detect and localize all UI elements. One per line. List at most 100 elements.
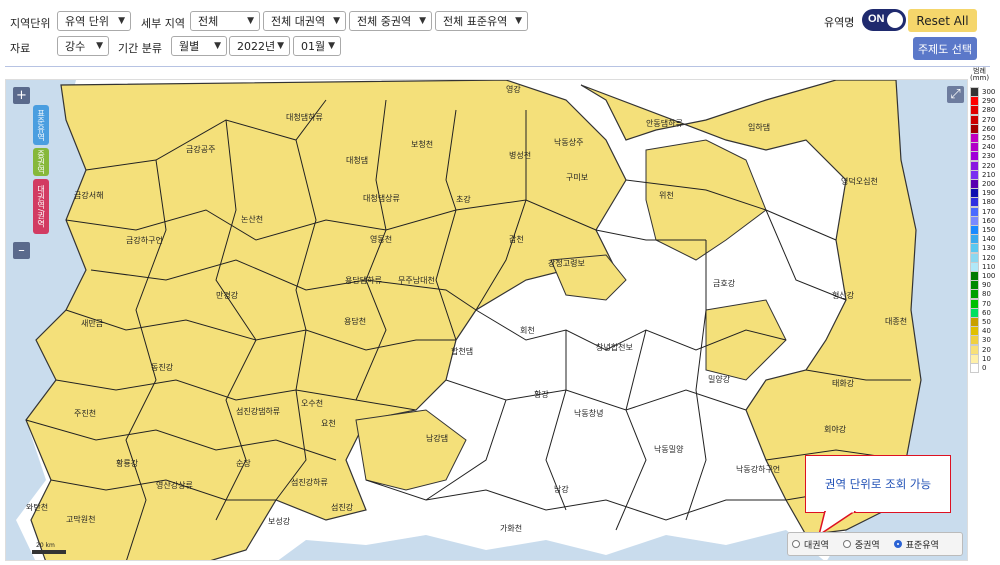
region-unit-select[interactable]: 유역 단위 ▼ [57, 11, 131, 31]
tab-big-basin[interactable]: 대권역/권역 [33, 179, 49, 234]
legend-step: 130 [970, 243, 995, 254]
basin-label: 새만금 [81, 319, 103, 328]
legend-step: 250 [970, 133, 996, 143]
basin-label: 밀양강 [708, 374, 731, 384]
radio-mid-basin[interactable] [842, 540, 851, 548]
legend-step: 300 [970, 87, 996, 97]
legend-value: 110 [982, 262, 996, 271]
theme-select-button[interactable]: 주제도 선택 [913, 37, 977, 60]
legend-value: 140 [982, 235, 996, 244]
basin-level-radio-group: 대권역 중권역 표준유역 [787, 532, 963, 556]
chevron-down-icon: ▼ [118, 16, 125, 26]
legend-step: 230 [970, 151, 995, 162]
basin-label: 영동천 [370, 234, 392, 244]
legend-value: 0 [982, 364, 987, 372]
basin-label: 대종천 [885, 316, 907, 326]
big-basin-value: 전체 대권역 [271, 15, 326, 28]
legend-step: 210 [970, 169, 996, 180]
radio-big-basin[interactable] [792, 540, 800, 548]
year-select[interactable]: 2022년 ▼ [229, 36, 290, 56]
toggle-knob [887, 12, 903, 28]
zoom-in-button[interactable]: + [13, 87, 30, 104]
basin-label: 황강 [534, 389, 549, 399]
legend-value: 170 [982, 207, 996, 216]
legend-swatch [970, 363, 979, 373]
legend-step: 40 [970, 326, 991, 337]
basin-label: 초강 [456, 194, 471, 204]
legend-step: 140 [970, 234, 996, 245]
legend-value: 200 [982, 180, 996, 188]
basin-label: 섬진강 [331, 502, 354, 512]
mid-basin-select[interactable]: 전체 중권역 ▼ [349, 11, 432, 31]
basin-label: 순창 [236, 459, 251, 468]
precip-legend: 범례 (mm) 300 290 280 270 260 250 240 230 220 210 20… [970, 66, 998, 386]
chevron-down-icon: ▼ [214, 41, 221, 51]
scale-text: 20 km [36, 542, 55, 549]
basin-label: 금강서해 [74, 190, 103, 200]
zoom-out-button[interactable]: – [13, 242, 30, 259]
chevron-down-icon: ▼ [96, 41, 103, 51]
legend-value: 250 [982, 134, 996, 142]
legend-value: 120 [982, 253, 996, 262]
std-basin-select[interactable]: 전체 표준유역 ▼ [435, 11, 528, 31]
basin-label: 낙동강하구언 [736, 464, 780, 474]
legend-step: 10 [970, 353, 991, 364]
basin-label: 오수천 [301, 398, 323, 408]
legend-step: 240 [970, 142, 996, 153]
legend-step: 200 [970, 179, 996, 189]
basin-label: 구미보 [566, 173, 588, 182]
legend-step: 270 [970, 114, 995, 125]
basin-name-toggle[interactable]: ON [862, 9, 906, 31]
sub-region-select[interactable]: 전체 ▼ [190, 11, 260, 31]
basin-label: 낙동밀양 [654, 444, 684, 454]
basin-label: 회야강 [824, 424, 847, 434]
tab-mid-basin[interactable]: 중권역 [33, 148, 49, 176]
month-select[interactable]: 01월 ▼ [293, 36, 341, 56]
basin-label: 회천 [520, 325, 535, 335]
radio-big-basin-label: 대권역 [804, 540, 829, 551]
radio-mid-basin-label: 중권역 [854, 540, 880, 551]
basin-label: 형산강 [832, 290, 855, 300]
basin-label: 가화천 [500, 523, 522, 533]
sub-region-label: 세부 지역 [141, 17, 185, 30]
legend-step: 110 [970, 261, 996, 272]
legend-value: 220 [982, 161, 996, 170]
legend-value: 180 [982, 198, 996, 207]
basin-label: 동진강 [151, 362, 174, 372]
basin-label: 남강댐 [426, 433, 448, 443]
sub-region-value: 전체 [198, 15, 219, 28]
std-basin-value: 전체 표준유역 [443, 15, 508, 28]
basin-label: 요천 [321, 418, 336, 428]
legend-step: 90 [970, 280, 991, 291]
basin-label: 낙동상주 [554, 137, 583, 147]
big-basin-select[interactable]: 전체 대권역 ▼ [263, 11, 346, 31]
reset-all-button[interactable]: Reset All [908, 9, 977, 32]
data-value: 강수 [65, 40, 86, 53]
basin-label: 황룡강 [116, 458, 139, 468]
legend-step: 100 [970, 271, 995, 281]
basin-label: 합천댐 [451, 346, 473, 356]
basin-label: 주진천 [74, 408, 96, 418]
basin-label: 남강 [554, 484, 569, 494]
legend-value: 300 [982, 88, 996, 96]
legend-step: 50 [970, 317, 991, 327]
data-select[interactable]: 강수 ▼ [57, 36, 109, 56]
legend-value: 240 [982, 143, 996, 152]
period-select[interactable]: 월별 ▼ [171, 36, 227, 56]
chevron-down-icon: ▼ [515, 16, 522, 26]
basin-label: 용담댐하류 [345, 275, 382, 285]
basin-label: 고막원천 [66, 514, 95, 524]
legend-step: 120 [970, 252, 996, 263]
basin-label: 섬진강댐하류 [236, 406, 280, 416]
tab-standard-basin[interactable]: 표준유역 [33, 105, 49, 145]
legend-step: 220 [970, 160, 996, 171]
mid-basin-value: 전체 중권역 [357, 15, 412, 28]
basin-label: 낙동창녕 [574, 408, 603, 418]
radio-standard-basin[interactable] [893, 540, 902, 548]
basin-label: 병성천 [509, 150, 531, 160]
month-value: 01월 [301, 40, 326, 53]
expand-icon[interactable]: ⤢ [947, 86, 964, 103]
legend-value: 30 [982, 336, 991, 345]
data-label: 자료 [10, 42, 31, 55]
legend-value: 210 [982, 170, 996, 179]
